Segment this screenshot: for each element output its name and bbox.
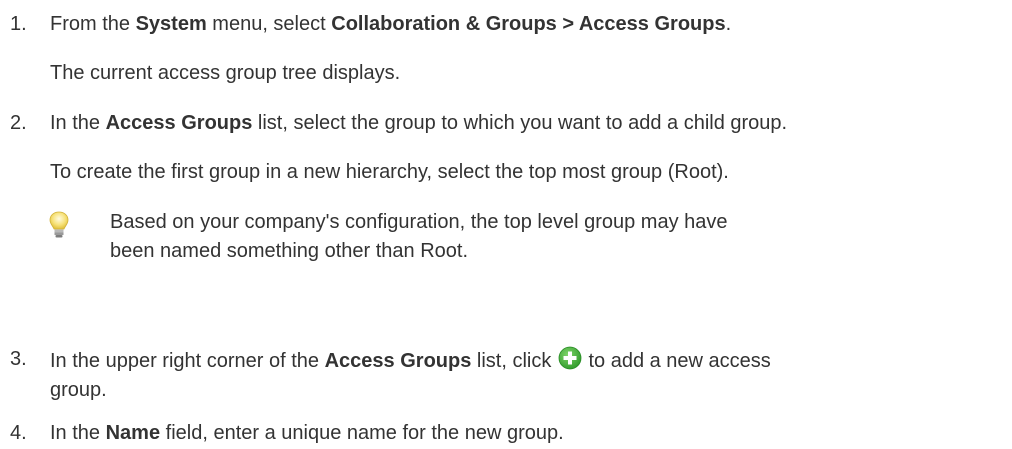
tip-callout: Based on your company's configuration, t… <box>44 209 1012 264</box>
step-text-continued: group. <box>50 379 107 401</box>
text-run: In the upper right corner of the <box>50 350 325 372</box>
step-number: 3. <box>10 348 27 370</box>
text-run: field, enter a unique name for the new g… <box>160 422 564 444</box>
text-run: In the <box>50 422 106 444</box>
step-number: 1. <box>10 13 27 35</box>
step-note: The current access group tree displays. <box>50 62 401 84</box>
list-name: Access Groups <box>105 112 253 134</box>
step-number: 2. <box>10 112 27 134</box>
tip-text-line: been named something other than Root. <box>110 240 469 262</box>
lightbulb-icon <box>49 211 69 238</box>
step-text: In the Access Groups list, select the gr… <box>50 110 1012 136</box>
text-run: . <box>725 13 732 35</box>
text-run: to add a new access <box>582 350 771 372</box>
text-run: list, select the group to which you want… <box>252 112 788 134</box>
field-name: Name <box>105 422 161 444</box>
step-4: 4. In the Name field, enter a unique nam… <box>0 420 1012 446</box>
text-run: menu, select <box>206 13 332 35</box>
text-run: list, click <box>471 350 557 372</box>
step-3: 3. In the upper right corner of the Acce… <box>0 346 1012 403</box>
step-text: From the System menu, select Collaborati… <box>50 11 1012 37</box>
text-run: From the <box>50 13 136 35</box>
step-1: 1. From the System menu, select Collabor… <box>0 11 1012 86</box>
step-note: To create the first group in a new hiera… <box>50 161 729 183</box>
step-text: In the Name field, enter a unique name f… <box>50 420 1012 446</box>
step-number: 4. <box>10 422 27 444</box>
list-name: Access Groups <box>324 350 472 372</box>
menu-name: System <box>135 13 207 35</box>
text-run: In the <box>50 112 106 134</box>
menu-path: Collaboration & Groups > Access Groups <box>331 13 726 35</box>
add-icon <box>558 346 582 370</box>
step-text: In the upper right corner of the Access … <box>50 346 1012 374</box>
step-2: 2. In the Access Groups list, select the… <box>0 110 1012 264</box>
tip-text-line: Based on your company's configuration, t… <box>110 211 728 233</box>
